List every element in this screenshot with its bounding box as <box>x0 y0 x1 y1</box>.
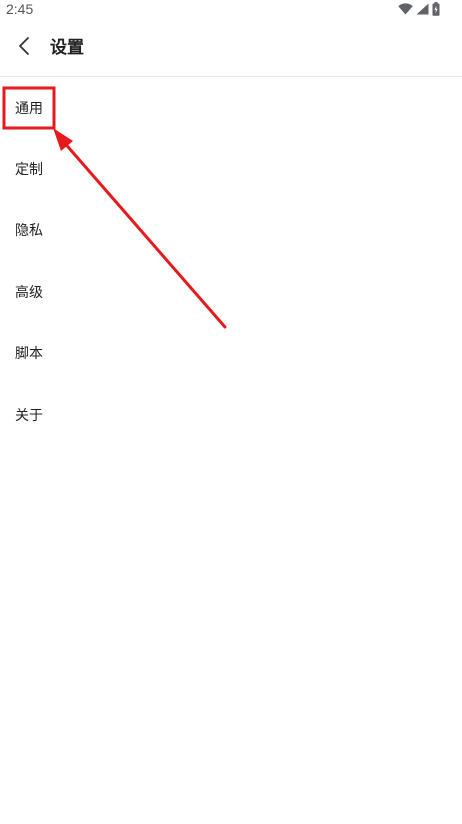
status-icons <box>398 2 440 16</box>
chevron-left-icon <box>17 36 31 60</box>
cellular-signal-icon <box>416 3 429 15</box>
settings-item-label: 脚本 <box>15 346 43 363</box>
settings-item-privacy[interactable]: 隐私 <box>0 200 462 261</box>
settings-item-scripts[interactable]: 脚本 <box>0 323 462 384</box>
settings-item-label: 隐私 <box>15 223 43 240</box>
settings-item-general[interactable]: 通用 <box>0 77 462 138</box>
settings-item-label: 高级 <box>15 284 43 301</box>
app-bar: 设置 <box>0 20 462 77</box>
wifi-icon <box>398 3 413 15</box>
settings-item-about[interactable]: 关于 <box>0 384 462 445</box>
settings-item-label: 关于 <box>15 407 43 424</box>
settings-item-customize[interactable]: 定制 <box>0 138 462 199</box>
settings-item-label: 通用 <box>15 100 43 117</box>
battery-charging-icon <box>432 2 440 16</box>
back-button[interactable] <box>10 34 38 62</box>
settings-list: 通用 定制 隐私 高级 脚本 关于 <box>0 77 462 445</box>
settings-item-advanced[interactable]: 高级 <box>0 261 462 322</box>
settings-item-label: 定制 <box>15 162 43 179</box>
page-title: 设置 <box>50 38 84 58</box>
status-bar: 2:45 <box>0 0 462 20</box>
status-time: 2:45 <box>6 1 34 17</box>
